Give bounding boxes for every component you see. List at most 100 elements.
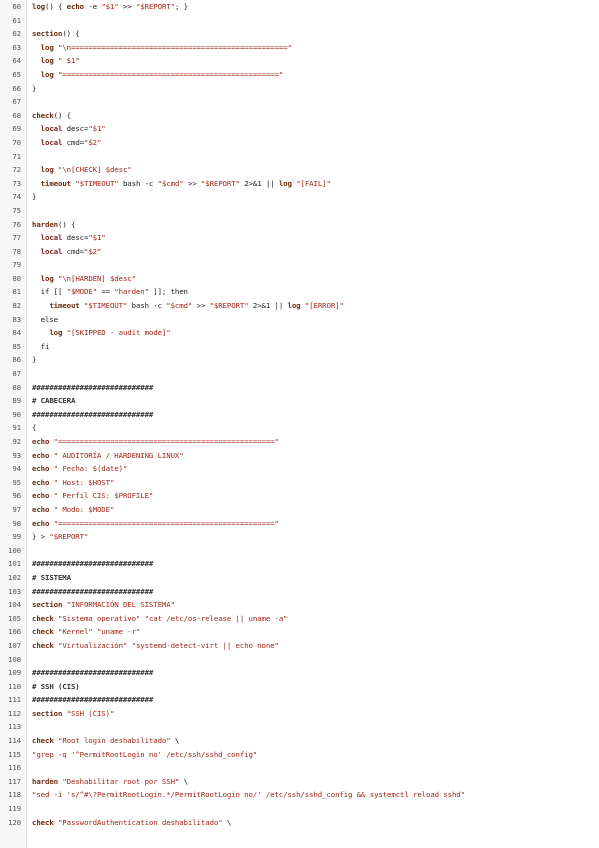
code-line[interactable]: 89 # CABECERA	[0, 394, 599, 408]
code-line[interactable]: 90 ############################	[0, 408, 599, 422]
code-line[interactable]: 87	[0, 367, 599, 381]
line-number: 112	[8, 708, 21, 718]
code-text: {	[32, 423, 37, 433]
code-line[interactable]: 97 echo " Modo: $MODE"	[0, 503, 599, 517]
code-line[interactable]: 79	[0, 258, 599, 272]
line-number: 74	[12, 192, 21, 202]
line-number: 93	[12, 450, 21, 460]
line-number: 119	[8, 804, 21, 814]
code-line[interactable]: 96 echo " Perfil CIS: $PROFILE"	[0, 489, 599, 503]
code-line[interactable]: 68 check() {	[0, 109, 599, 123]
code-line[interactable]: 104 section "INFORMACIÓN DEL SISTEMA"	[0, 598, 599, 612]
code-line[interactable]: 105 check "Sistema operativo" "cat /etc/o…	[0, 612, 599, 626]
code-line[interactable]: 75	[0, 204, 599, 218]
code-line[interactable]: 99} > "$REPORT"	[0, 530, 599, 544]
line-number: 87	[12, 369, 21, 379]
code-line[interactable]: 69 local desc="$1"	[0, 122, 599, 136]
code-line[interactable]: 74}	[0, 190, 599, 204]
code-line[interactable]: 111 ############################	[0, 693, 599, 707]
line-number: 62	[12, 29, 21, 39]
line-number: 101	[8, 559, 21, 569]
code-line[interactable]: 81 if [[ "$MODE" == "harden" ]]; then	[0, 285, 599, 299]
code-line[interactable]: 120 check "PasswordAuthentication deshabi…	[0, 816, 599, 830]
code-text: section "SSH (CIS)"	[32, 708, 115, 718]
code-line[interactable]: 115 "grep -q '^PermitRootLogin no' /etc/s…	[0, 748, 599, 762]
code-editor[interactable]: 60 log() { echo -e "$1" >> "$REPORT"; } 61…	[0, 0, 599, 848]
code-line[interactable]: 76 harden() {	[0, 218, 599, 232]
code-text: harden "Deshabilitar root por SSH" \	[32, 776, 188, 786]
code-text: log "\n[CHECK] $desc"	[40, 165, 132, 175]
line-number: 110	[8, 681, 21, 691]
line-number: 71	[12, 151, 21, 161]
code-line[interactable]: 66}	[0, 82, 599, 96]
code-line[interactable]: 94 echo " Fecha: $(date)"	[0, 462, 599, 476]
code-line[interactable]: 65 log "================================…	[0, 68, 599, 82]
code-line[interactable]: 86}	[0, 353, 599, 367]
line-number: 80	[12, 273, 21, 283]
code-text: ############################	[32, 668, 154, 678]
code-line[interactable]: 60 log() { echo -e "$1" >> "$REPORT"; }	[0, 0, 599, 14]
code-text: echo " Modo: $MODE"	[32, 504, 115, 514]
code-text: log "\n=================================…	[40, 42, 292, 52]
line-number: 100	[8, 545, 21, 555]
line-number: 105	[8, 613, 21, 623]
code-text: echo " Fecha: $(date)"	[32, 464, 128, 474]
code-text: check "Virtualización" "systemd-detect-v…	[32, 640, 279, 650]
code-line[interactable]: 112 section "SSH (CIS)"	[0, 707, 599, 721]
code-text: echo " Perfil CIS: $PROFILE"	[32, 491, 154, 501]
code-text: }	[32, 355, 37, 365]
code-line[interactable]: 119	[0, 802, 599, 816]
code-line[interactable]: 113	[0, 720, 599, 734]
code-line[interactable]: 91 {	[0, 421, 599, 435]
code-text: "grep -q '^PermitRootLogin no' /etc/ssh/…	[32, 749, 258, 759]
code-line[interactable]: 98 echo "================================…	[0, 517, 599, 531]
code-line[interactable]: 110 # SSH (CIS)	[0, 680, 599, 694]
code-line[interactable]: 80 log "\n[HARDEN] $desc"	[0, 272, 599, 286]
code-line[interactable]: 67	[0, 95, 599, 109]
code-text: check() {	[32, 110, 71, 120]
code-line[interactable]: 116	[0, 761, 599, 775]
code-line[interactable]: 118 "sed -i 's/^#\?PermitRootLogin.*/Perm…	[0, 788, 599, 802]
code-line[interactable]: 100	[0, 544, 599, 558]
code-line[interactable]: 106 check "Kernel" "uname -r"	[0, 625, 599, 639]
code-line[interactable]: 101 ############################	[0, 557, 599, 571]
code-line[interactable]: 93 echo " AUDITORÍA / HARDENING LINUX"	[0, 449, 599, 463]
code-line[interactable]: 85 fi	[0, 340, 599, 354]
code-text: "sed -i 's/^#\?PermitRootLogin.*/PermitR…	[32, 790, 465, 800]
line-number: 107	[8, 640, 21, 650]
line-number: 94	[12, 464, 21, 474]
code-line[interactable]: 114 check "Root login deshabilitado" \	[0, 734, 599, 748]
code-line[interactable]: 108	[0, 653, 599, 667]
code-line[interactable]: 117 harden "Deshabilitar root por SSH" \	[0, 775, 599, 789]
line-number: 79	[12, 260, 21, 270]
line-number: 82	[12, 301, 21, 311]
code-line[interactable]: 72 log "\n[CHECK] $desc"	[0, 163, 599, 177]
code-line[interactable]: 77 local desc="$1"	[0, 231, 599, 245]
code-line[interactable]: 109 ############################	[0, 666, 599, 680]
line-number: 73	[12, 178, 21, 188]
line-number: 69	[12, 124, 21, 134]
code-line[interactable]: 83 else	[0, 313, 599, 327]
code-line[interactable]: 61	[0, 14, 599, 28]
code-text: # SSH (CIS)	[32, 681, 80, 691]
code-text: ############################	[32, 382, 154, 392]
code-line[interactable]: 92 echo "================================…	[0, 435, 599, 449]
code-line[interactable]: 103 ############################	[0, 585, 599, 599]
line-number: 108	[8, 654, 21, 664]
code-line[interactable]: 84 log "[SKIPPED - audit mode]"	[0, 326, 599, 340]
code-line[interactable]: 70 local cmd="$2"	[0, 136, 599, 150]
code-line[interactable]: 88 ############################	[0, 381, 599, 395]
code-line[interactable]: 73 timeout "$TIMEOUT" bash -c "$cmd" >> …	[0, 177, 599, 191]
code-line[interactable]: 107 check "Virtualización" "systemd-detec…	[0, 639, 599, 653]
code-text: }	[32, 83, 37, 93]
code-line[interactable]: 95 echo " Host: $HOST"	[0, 476, 599, 490]
line-number: 76	[12, 219, 21, 229]
code-line[interactable]: 64 log " $1"	[0, 54, 599, 68]
line-number: 103	[8, 586, 21, 596]
code-line[interactable]: 63 log "\n==============================…	[0, 41, 599, 55]
code-line[interactable]: 82 timeout "$TIMEOUT" bash -c "$cmd" >> …	[0, 299, 599, 313]
code-line[interactable]: 78 local cmd="$2"	[0, 245, 599, 259]
code-line[interactable]: 62 section() {	[0, 27, 599, 41]
code-line[interactable]: 71	[0, 150, 599, 164]
code-line[interactable]: 102 # SISTEMA	[0, 571, 599, 585]
